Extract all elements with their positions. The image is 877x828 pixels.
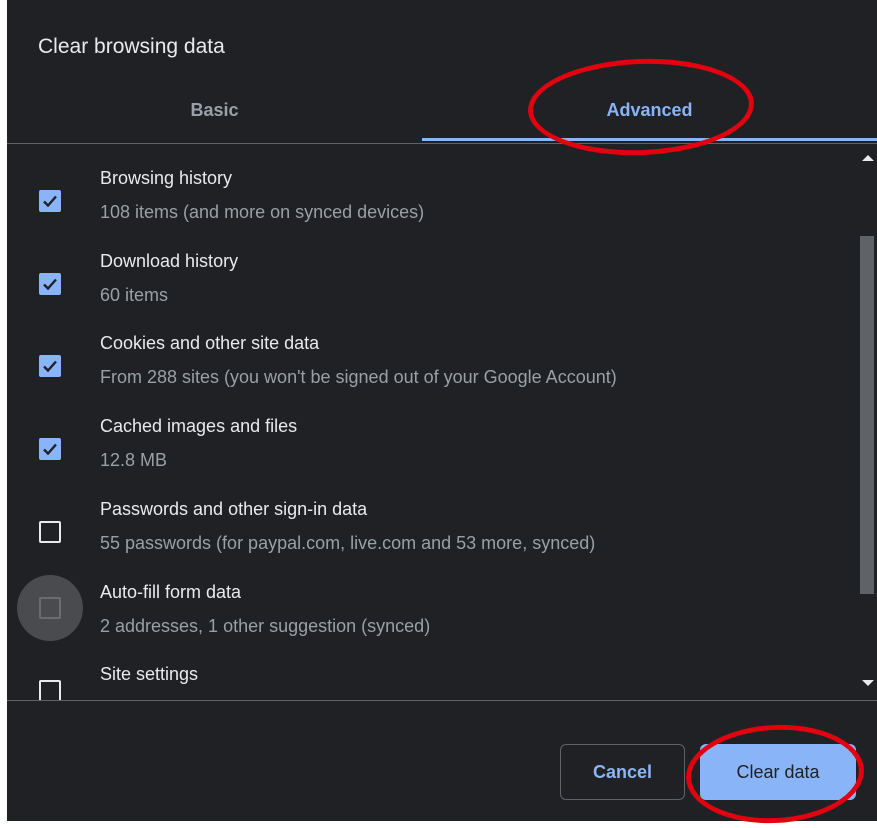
download-history-checkbox[interactable]: [39, 273, 61, 295]
item-title: Cached images and files: [100, 416, 298, 436]
list-scrollbar[interactable]: [857, 144, 877, 700]
list-item-autofill[interactable]: Auto-fill form data 2 addresses, 1 other…: [7, 575, 857, 656]
clear-data-button[interactable]: Clear data: [700, 744, 856, 800]
browsing-history-checkbox[interactable]: [39, 190, 61, 212]
item-title: Cookies and other site data: [100, 333, 320, 353]
clear-browsing-data-dialog: Clear browsing data Basic Advanced Brows…: [7, 0, 877, 821]
item-subtitle: 108 items (and more on synced devices): [100, 202, 425, 222]
tab-basic[interactable]: Basic: [7, 96, 422, 124]
cancel-button[interactable]: Cancel: [560, 744, 685, 800]
tab-advanced[interactable]: Advanced: [422, 96, 877, 124]
list-item-download-history[interactable]: Download history 60 items: [7, 245, 857, 325]
list-item-cached-images[interactable]: Cached images and files 12.8 MB: [7, 410, 857, 490]
item-subtitle: 2 addresses, 1 other suggestion (synced): [100, 616, 431, 636]
passwords-checkbox[interactable]: [39, 521, 61, 543]
item-title: Auto-fill form data: [100, 582, 242, 602]
list-item-site-settings[interactable]: Site settings: [7, 659, 857, 700]
item-title: Download history: [100, 251, 239, 271]
check-icon: [43, 278, 57, 291]
site-settings-checkbox[interactable]: [39, 680, 61, 700]
autofill-checkbox[interactable]: [39, 597, 61, 619]
dialog-title: Clear browsing data: [38, 35, 225, 58]
item-title: Passwords and other sign-in data: [100, 499, 368, 519]
check-icon: [43, 360, 57, 373]
item-subtitle: 12.8 MB: [100, 450, 168, 470]
data-types-list: Browsing history 108 items (and more on …: [7, 144, 857, 700]
item-title: Site settings: [100, 664, 199, 684]
cached-images-checkbox[interactable]: [39, 438, 61, 460]
scroll-up-arrow-icon[interactable]: [862, 155, 874, 161]
list-item-cookies[interactable]: Cookies and other site data From 288 sit…: [7, 327, 857, 407]
item-subtitle: 60 items: [100, 285, 169, 305]
list-item-browsing-history[interactable]: Browsing history 108 items (and more on …: [7, 162, 857, 242]
check-icon: [43, 195, 57, 208]
tab-selected-indicator: [422, 138, 877, 141]
list-item-passwords[interactable]: Passwords and other sign-in data 55 pass…: [7, 493, 857, 573]
item-subtitle: From 288 sites (you won't be signed out …: [100, 367, 617, 387]
item-subtitle: 55 passwords (for paypal.com, live.com a…: [100, 533, 596, 553]
check-icon: [43, 443, 57, 456]
item-title: Browsing history: [100, 168, 233, 188]
cookies-checkbox[interactable]: [39, 355, 61, 377]
scroll-down-arrow-icon[interactable]: [862, 680, 874, 686]
footer-divider: [7, 700, 877, 701]
scroll-thumb[interactable]: [860, 236, 874, 594]
